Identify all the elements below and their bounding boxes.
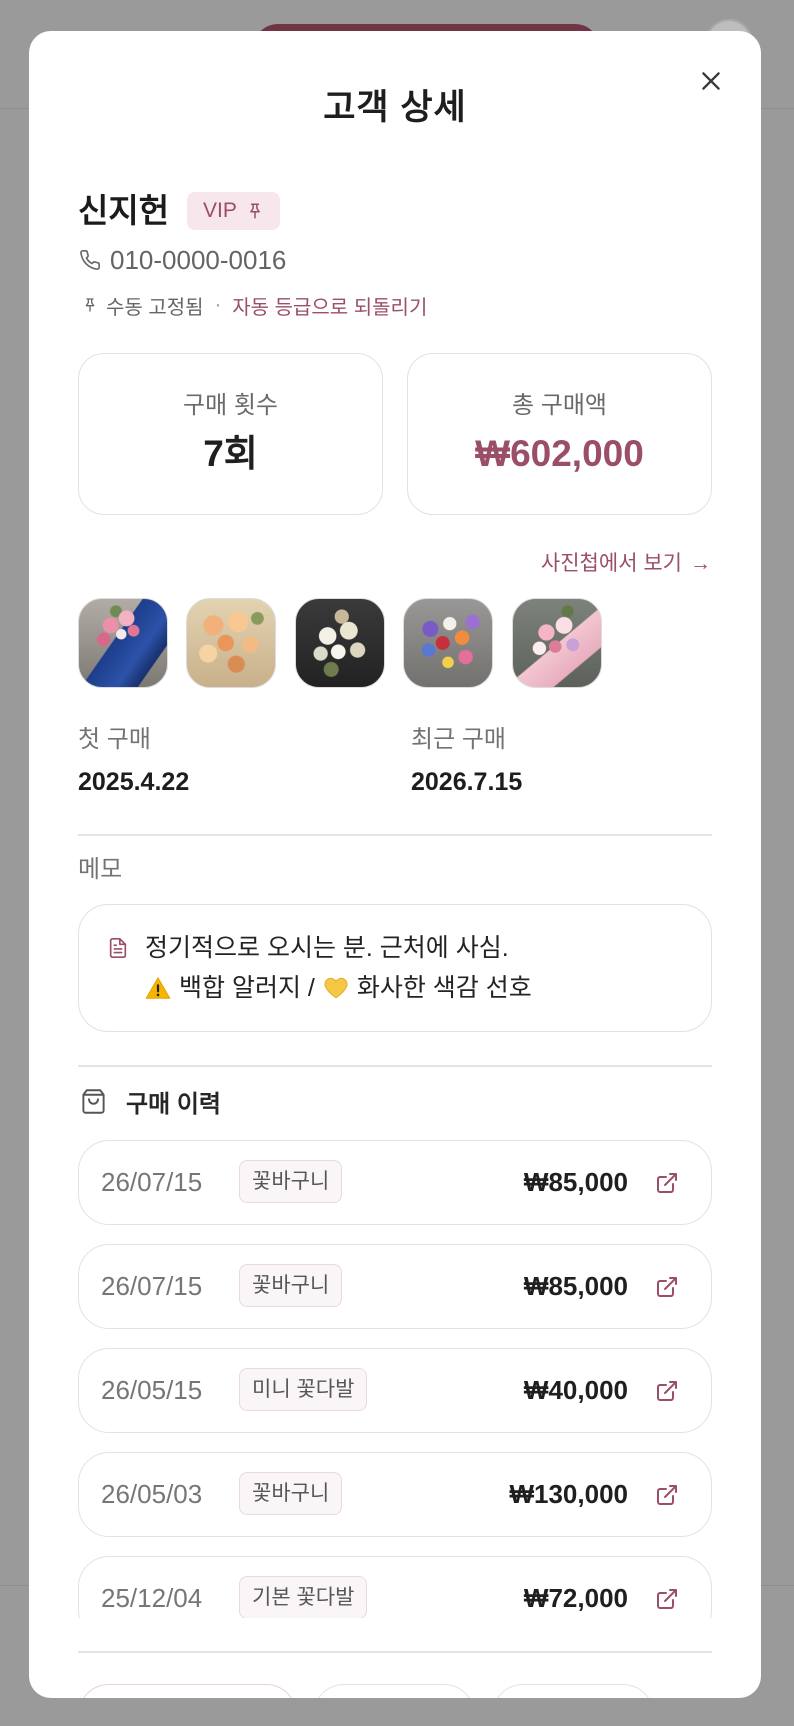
revert-auto-grade-link[interactable]: 자동 등급으로 되돌리기 — [232, 291, 427, 320]
footer-action-button[interactable] — [492, 1684, 654, 1698]
gallery-link-label: 사진첩에서 보기 — [540, 552, 682, 575]
recent-purchase-date: 2026.7.15 — [411, 768, 523, 796]
stat-value: 7회 — [203, 433, 258, 474]
purchase-photo-thumbnail[interactable] — [403, 598, 493, 688]
customer-detail-modal: 고객 상세 신지헌 VIP 010-0000-0016 수동 고정됨 · 자동 … — [29, 31, 761, 1698]
view-in-gallery-link[interactable]: 사진첩에서 보기 → — [541, 550, 711, 578]
stat-label: 총 구매액 — [512, 392, 607, 419]
total-amount-card: 총 구매액 ₩602,000 — [407, 353, 712, 515]
memo-line: 정기적으로 오시는 분. 근처에 사심. — [145, 931, 509, 965]
purchase-history-title: 구매 이력 — [126, 1090, 221, 1118]
open-order-button[interactable] — [654, 1482, 680, 1508]
purchase-date: 26/05/15 — [101, 1375, 203, 1405]
purchase-row[interactable]: 26/05/03 꽃바구니 ₩130,000 — [78, 1452, 712, 1537]
pin-icon — [85, 298, 95, 312]
first-purchase-label: 첫 구매 — [78, 726, 151, 753]
footer-action-button[interactable] — [313, 1684, 475, 1698]
purchase-photo-thumbnail[interactable] — [512, 598, 602, 688]
phone-icon — [80, 250, 100, 270]
close-button[interactable] — [697, 67, 725, 95]
divider — [78, 1065, 712, 1067]
product-tag: 꽃바구니 — [239, 1472, 343, 1515]
footer-action-button[interactable] — [78, 1684, 297, 1698]
memo-text: 정기적으로 오시는 분. 근처에 사심. — [145, 934, 509, 962]
first-purchase-date: 2025.4.22 — [78, 768, 190, 796]
purchase-count-card: 구매 횟수 7회 — [78, 353, 383, 515]
divider — [78, 834, 712, 836]
product-tag: 미니 꽃다발 — [239, 1368, 368, 1411]
memo-label: 메모 — [78, 856, 123, 883]
purchase-amount: ₩72,000 — [523, 1583, 628, 1613]
warning-icon — [145, 977, 171, 999]
product-tag: 기본 꽃다발 — [239, 1576, 368, 1618]
purchase-history-header: 구매 이력 — [80, 1085, 221, 1118]
separator-dot: · — [214, 293, 222, 316]
memo-text: 백합 알러지 / — [179, 974, 315, 1002]
memo-line: 백합 알러지 / 화사한 색감 선호 — [145, 971, 532, 1005]
purchase-row[interactable]: 26/07/15 꽃바구니 ₩85,000 — [78, 1244, 712, 1329]
open-order-button[interactable] — [654, 1274, 680, 1300]
purchase-photo-thumbnail[interactable] — [295, 598, 385, 688]
external-link-icon — [657, 1589, 677, 1609]
page-backdrop: 고객 상세 신지헌 VIP 010-0000-0016 수동 고정됨 · 자동 … — [0, 0, 794, 1726]
purchase-amount: ₩85,000 — [523, 1271, 628, 1301]
open-order-button[interactable] — [654, 1378, 680, 1404]
purchase-photo-thumbnail[interactable] — [186, 598, 276, 688]
modal-title: 고객 상세 — [323, 88, 467, 127]
memo-text: 화사한 색감 선호 — [356, 974, 532, 1002]
document-icon — [109, 938, 127, 958]
purchase-row[interactable]: 26/05/15 미니 꽃다발 ₩40,000 — [78, 1348, 712, 1433]
customer-name: 신지헌 — [78, 192, 170, 229]
close-icon — [702, 72, 720, 90]
purchase-amount: ₩40,000 — [523, 1375, 628, 1405]
phone-row[interactable]: 010-0000-0016 — [79, 245, 286, 275]
memo-box[interactable]: 정기적으로 오시는 분. 근처에 사심. 백합 알러지 / 화사한 색감 선호 — [78, 904, 712, 1032]
purchase-date: 26/05/03 — [101, 1479, 203, 1509]
phone-number: 010-0000-0016 — [110, 244, 287, 275]
product-tag: 꽃바구니 — [239, 1264, 343, 1307]
open-order-button[interactable] — [654, 1586, 680, 1612]
purchase-date: 26/07/15 — [101, 1271, 203, 1301]
pin-icon — [249, 203, 260, 219]
shopping-bag-icon — [82, 1088, 105, 1114]
external-link-icon — [657, 1485, 677, 1505]
grade-pin-row: 수동 고정됨 · 자동 등급으로 되돌리기 — [82, 291, 427, 320]
external-link-icon — [657, 1381, 677, 1401]
recent-purchase-label: 최근 구매 — [411, 726, 506, 753]
open-order-button[interactable] — [654, 1170, 680, 1196]
external-link-icon — [657, 1277, 677, 1297]
divider — [78, 1651, 712, 1653]
purchase-amount: ₩85,000 — [523, 1167, 628, 1197]
arrow-right-icon: → — [690, 552, 711, 575]
purchase-date: 26/07/15 — [101, 1167, 203, 1197]
purchase-photo-thumbnail[interactable] — [78, 598, 168, 688]
external-link-icon — [657, 1173, 677, 1193]
grade-badge[interactable]: VIP — [187, 192, 280, 230]
grade-label: VIP — [203, 199, 237, 222]
stat-value: ₩602,000 — [475, 433, 644, 474]
purchase-row[interactable]: 25/12/04 기본 꽃다발 ₩72,000 — [78, 1556, 712, 1618]
stat-label: 구매 횟수 — [183, 392, 278, 419]
purchase-amount: ₩130,000 — [509, 1479, 628, 1509]
purchase-date: 25/12/04 — [101, 1583, 203, 1613]
purchase-row[interactable]: 26/07/15 꽃바구니 ₩85,000 — [78, 1140, 712, 1225]
yellow-heart-icon — [324, 977, 348, 999]
product-tag: 꽃바구니 — [239, 1160, 343, 1203]
purchase-history-list[interactable]: 26/07/15 꽃바구니 ₩85,000 26/07/15 꽃바구니 ₩85,… — [78, 1131, 712, 1618]
pin-status-text: 수동 고정됨 — [106, 296, 204, 319]
